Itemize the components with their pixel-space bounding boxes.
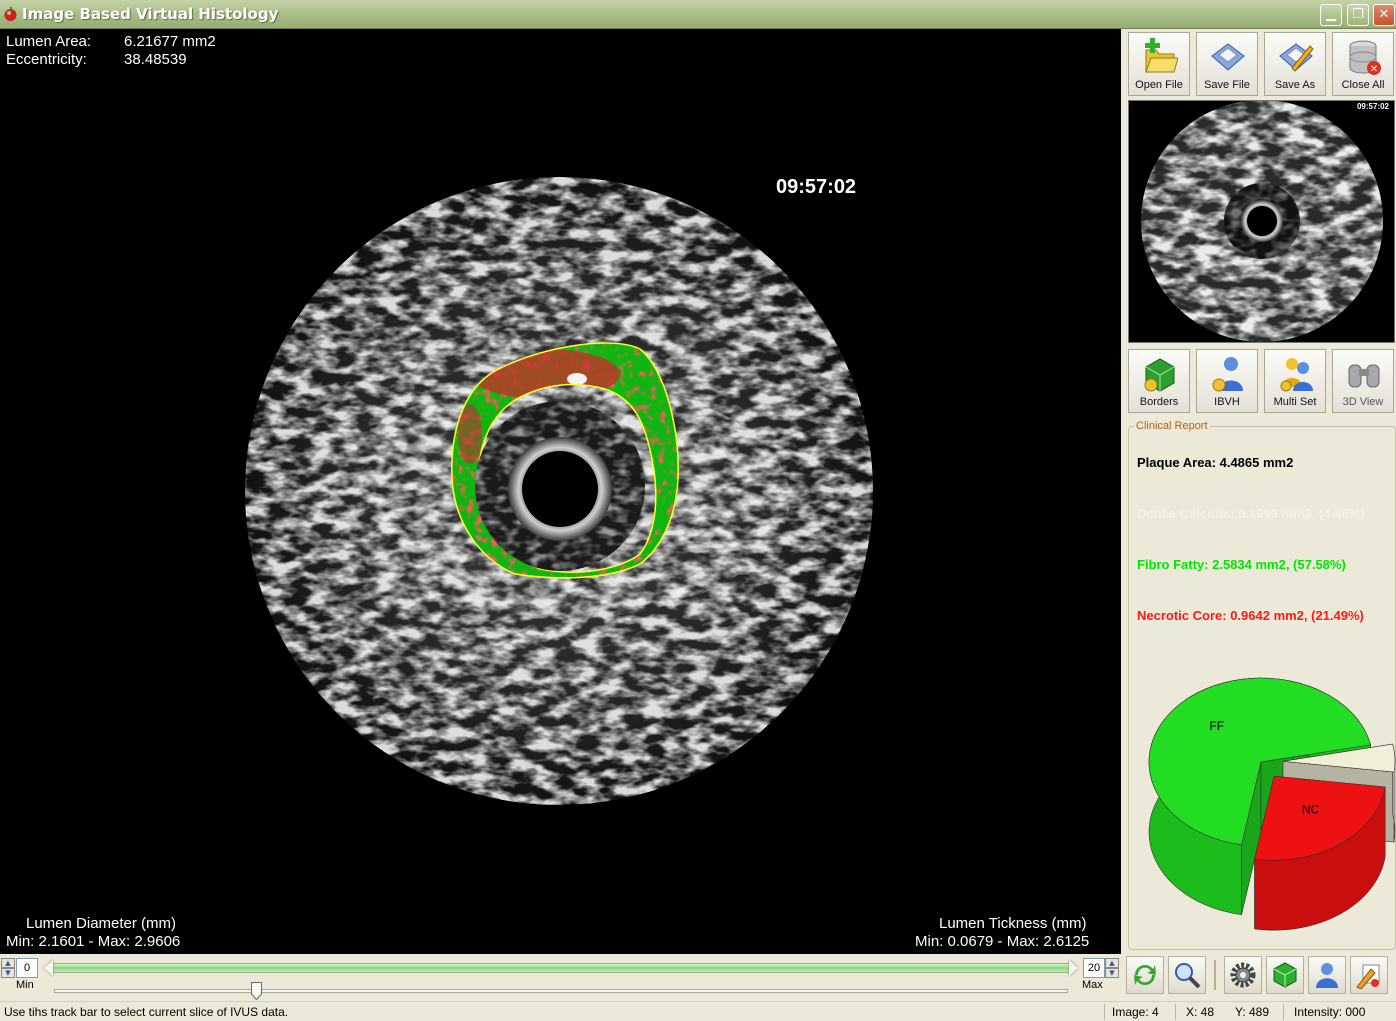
toolbar-separator [1214, 960, 1216, 990]
max-value-input[interactable]: 20 [1083, 958, 1105, 978]
save-disk-icon [1211, 43, 1245, 71]
close-all-button[interactable]: ✕ Close All [1332, 32, 1394, 96]
zoom-button[interactable] [1168, 956, 1206, 994]
clinical-report-title: Clinical Report [1134, 420, 1210, 432]
maximize-button[interactable]: ❐ [1347, 4, 1369, 26]
fibro-fatty-text: Fibro Fatty: 2.5834 mm2, (57.58%) [1137, 557, 1346, 572]
lumen-area-label: Lumen Area: [6, 33, 92, 50]
lumen-area-value: 6.21677 mm2 [124, 33, 216, 50]
minimize-icon: ▁ [1326, 7, 1336, 22]
min-value-input[interactable]: 0 [16, 958, 38, 978]
lumen-diameter-values: Min: 2.1601 - Max: 2.9606 [6, 933, 181, 950]
svg-text:✕: ✕ [1370, 64, 1378, 75]
clinical-report: Clinical Report Plaque Area: 4.4865 mm2 … [1128, 420, 1396, 950]
frame-timestamp: 09:57:02 [776, 176, 857, 198]
minimize-button[interactable]: ▁ [1320, 4, 1342, 26]
ibvh-user-icon [1212, 357, 1243, 392]
min-label: Min [16, 979, 34, 991]
spin-down-icon[interactable]: ▼ [1, 968, 15, 978]
close-icon: ✕ [1378, 7, 1390, 22]
app-icon [4, 7, 17, 21]
status-hint: Use tihs track bar to select current sli… [4, 1005, 289, 1019]
pie-label-ff: FF [1209, 719, 1224, 733]
range-slider[interactable] [44, 960, 1078, 976]
status-intensity: Intensity: 000 [1294, 1005, 1366, 1019]
ivus-viewer[interactable]: Lumen Area: 6.21677 mm2 Eccentricity: 38… [0, 29, 1121, 954]
refresh-button[interactable] [1126, 956, 1164, 994]
eccentricity-label: Eccentricity: [6, 51, 87, 68]
eccentricity-value: 38.48539 [124, 51, 187, 68]
settings-icon [1230, 962, 1256, 988]
multi-set-label: Multi Set [1273, 396, 1317, 408]
pie-label-nc: NC [1302, 802, 1320, 816]
side-panel: Open File Save File Save As ✕ Close All [1121, 29, 1396, 994]
necrotic-core-text: Necrotic Core: 0.9642 mm2, (21.49%) [1137, 608, 1364, 623]
restore-icon: ❐ [1352, 7, 1364, 22]
ibvh-button[interactable]: IBVH [1196, 349, 1258, 413]
user-icon [1316, 963, 1338, 988]
binoculars-icon [1348, 364, 1380, 388]
3d-view-button[interactable]: 3D View [1332, 349, 1394, 413]
save-as-button[interactable]: Save As [1264, 32, 1326, 96]
dense-calcium-text: Dense Calcium: 0.1999 mm2, (4.46%) [1137, 506, 1365, 521]
range-right-handle[interactable] [1069, 960, 1078, 976]
cube-button[interactable] [1266, 956, 1304, 994]
status-x: X: 48 [1186, 1005, 1215, 1019]
open-file-label: Open File [1135, 79, 1183, 91]
thumbnail-preview[interactable]: 09:57:02 [1128, 100, 1395, 343]
open-file-button[interactable]: Open File [1128, 32, 1190, 96]
spin-up-icon[interactable]: ▲ [1, 958, 15, 968]
spin-down-icon[interactable]: ▼ [1105, 968, 1119, 978]
refresh-icon [1134, 965, 1156, 985]
borders-label: Borders [1139, 396, 1179, 408]
status-y: Y: 489 [1235, 1005, 1270, 1019]
cube-icon [1273, 962, 1297, 988]
zoom-icon [1175, 963, 1201, 989]
close-database-icon: ✕ [1349, 40, 1381, 75]
lumen-thickness-values: Min: 0.0679 - Max: 2.6125 [915, 933, 1090, 950]
max-spinner[interactable]: 20 ▲ ▼ [1083, 958, 1121, 978]
slice-trackbar-area: ▲ ▼ 0 Min 20 ▲ ▼ Max [0, 954, 1121, 1000]
settings-button[interactable] [1224, 956, 1262, 994]
range-bar [52, 963, 1070, 973]
spin-up-icon[interactable]: ▲ [1105, 958, 1119, 968]
plaque-area-text: Plaque Area: 4.4865 mm2 [1137, 455, 1294, 470]
slice-thumb[interactable] [251, 982, 263, 1000]
3d-view-label: 3D View [1342, 396, 1384, 408]
multi-set-users-icon [1280, 358, 1313, 392]
close-button[interactable]: ✕ [1373, 4, 1395, 26]
close-all-label: Close All [1341, 79, 1385, 91]
slice-track[interactable] [54, 989, 1068, 993]
multi-set-button[interactable]: Multi Set [1264, 349, 1326, 413]
user-button[interactable] [1308, 956, 1346, 994]
save-as-label: Save As [1274, 79, 1316, 91]
thumbnail-timestamp: 09:57:02 [1356, 102, 1389, 111]
save-file-label: Save File [1204, 79, 1250, 91]
color-button[interactable] [1350, 956, 1388, 994]
title-bar: Image Based Virtual Histology ▁ ❐ ✕ [0, 0, 1396, 29]
lumen-diameter-title: Lumen Diameter (mm) [26, 915, 177, 932]
borders-button[interactable]: Borders [1128, 349, 1190, 413]
status-bar: Use tihs track bar to select current sli… [0, 1001, 1396, 1021]
max-label: Max [1082, 979, 1103, 991]
ivus-image[interactable] [0, 29, 1121, 954]
borders-icon [1144, 358, 1175, 392]
min-spinner[interactable]: ▲ ▼ 0 [1, 958, 39, 978]
pie-slice-nc [1254, 775, 1386, 931]
range-left-handle[interactable] [44, 960, 53, 976]
open-folder-icon [1145, 38, 1178, 73]
status-image: Image: 4 [1112, 1005, 1159, 1019]
lumen-thickness-title: Lumen Tickness (mm) [939, 915, 1087, 932]
save-as-icon [1279, 43, 1314, 72]
window-title: Image Based Virtual Histology [22, 5, 279, 23]
save-file-button[interactable]: Save File [1196, 32, 1258, 96]
color-icon [1356, 964, 1380, 989]
ibvh-label: IBVH [1214, 396, 1240, 408]
composition-pie-chart: FFDCNC [1148, 677, 1396, 931]
